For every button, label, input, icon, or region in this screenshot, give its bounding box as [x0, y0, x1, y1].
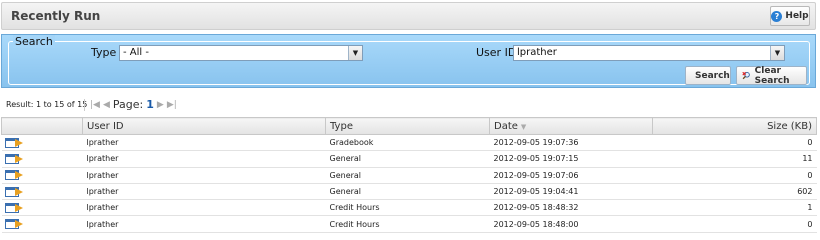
cell-size: 0	[652, 134, 817, 152]
run-report-icon[interactable]	[4, 186, 25, 197]
cell-user-id: lprather	[82, 167, 326, 184]
run-report-icon[interactable]	[4, 153, 25, 164]
cell-date: 2012-09-05 19:07:06	[489, 167, 653, 184]
column-header-action	[1, 117, 83, 135]
table-row: lprather General 2012-09-05 19:07:15 11	[1, 150, 817, 168]
page-title: Recently Run	[11, 9, 101, 23]
cell-date: 2012-09-05 19:04:41	[489, 183, 653, 201]
run-report-icon[interactable]	[4, 202, 25, 213]
user-id-select-value: lprather	[517, 47, 557, 58]
run-report-icon[interactable]	[4, 170, 25, 181]
next-page-icon[interactable]: ▶	[157, 100, 164, 110]
table-row: lprather Credit Hours 2012-09-05 18:48:3…	[1, 199, 817, 217]
run-cell	[1, 183, 83, 201]
cell-type: General	[325, 167, 490, 184]
clear-search-button-label: Clear Search	[754, 65, 790, 86]
help-question-icon: ?	[771, 10, 783, 22]
cell-user-id: lprather	[82, 134, 326, 152]
cell-size: 1	[652, 199, 817, 217]
cell-size: 602	[652, 183, 817, 201]
cell-date: 2012-09-05 18:48:32	[489, 199, 653, 217]
search-button-label: Search	[695, 70, 730, 81]
chevron-down-icon[interactable]: ▼	[348, 46, 362, 60]
cell-user-id: lprather	[82, 215, 326, 233]
table-row: lprather Gradebook 2012-09-05 19:07:36 0	[1, 134, 817, 152]
search-legend: Search	[13, 35, 55, 48]
cell-type: General	[325, 150, 490, 168]
run-cell	[1, 150, 83, 168]
table-row: lprather General 2012-09-05 19:04:41 602	[1, 183, 817, 201]
help-button[interactable]: ? Help	[770, 6, 810, 26]
last-page-icon[interactable]: ▶|	[167, 100, 177, 110]
table-row: lprather Credit Hours 2012-09-05 18:48:0…	[1, 215, 817, 233]
cell-type: General	[325, 183, 490, 201]
cell-type: Gradebook	[325, 134, 490, 152]
clear-search-icon	[742, 71, 750, 80]
table-row: lprather General 2012-09-05 19:07:06 0	[1, 167, 817, 184]
type-select[interactable]: - All - ▼	[119, 45, 363, 61]
cell-size: 0	[652, 215, 817, 233]
cell-date: 2012-09-05 19:07:15	[489, 150, 653, 168]
run-cell	[1, 167, 83, 184]
page-label: Page:	[112, 98, 144, 111]
clear-search-button[interactable]: Clear Search	[736, 65, 807, 86]
run-cell	[1, 215, 83, 233]
page-number[interactable]: 1	[146, 98, 154, 111]
first-page-icon[interactable]: |◀	[90, 100, 100, 110]
search-panel: Search Type - All - ▼ User ID lprather ▼…	[1, 34, 816, 88]
column-header-size[interactable]: Size (KB)	[652, 117, 817, 135]
pager: |◀ ◀ Page: 1 ▶ ▶|	[84, 98, 177, 111]
user-id-select[interactable]: lprather ▼	[513, 45, 785, 61]
cell-user-id: lprather	[82, 183, 326, 201]
cell-user-id: lprather	[82, 150, 326, 168]
column-header-user-id[interactable]: User ID	[82, 117, 326, 135]
cell-size: 0	[652, 167, 817, 184]
cell-date: 2012-09-05 18:48:00	[489, 215, 653, 233]
cell-type: Credit Hours	[325, 199, 490, 217]
user-id-label: User ID	[476, 46, 517, 59]
result-summary: Result: 1 to 15 of 15	[6, 100, 88, 109]
run-cell	[1, 134, 83, 152]
run-report-icon[interactable]	[4, 137, 25, 148]
results-table: User ID Type Date ▼ Size (KB) lprather Gr…	[1, 117, 817, 233]
search-button[interactable]: Search	[685, 66, 731, 85]
sort-descending-icon[interactable]: ▼	[521, 123, 526, 131]
help-button-label: Help	[785, 11, 809, 21]
cell-user-id: lprather	[82, 199, 326, 217]
column-header-date[interactable]: Date ▼	[489, 117, 653, 135]
cell-size: 11	[652, 150, 817, 168]
cell-date: 2012-09-05 19:07:36	[489, 134, 653, 152]
table-header-row: User ID Type Date ▼ Size (KB)	[1, 117, 817, 135]
type-label: Type	[91, 46, 117, 59]
run-report-icon[interactable]	[4, 219, 25, 230]
search-fieldset: Search Type - All - ▼ User ID lprather ▼…	[8, 35, 810, 86]
chevron-down-icon[interactable]: ▼	[770, 46, 784, 60]
type-select-value: - All -	[123, 47, 149, 58]
run-cell	[1, 199, 83, 217]
page-header: Recently Run ? Help	[1, 2, 816, 30]
column-header-type[interactable]: Type	[325, 117, 490, 135]
pager-divider	[84, 98, 85, 111]
cell-type: Credit Hours	[325, 215, 490, 233]
previous-page-icon[interactable]: ◀	[103, 100, 110, 110]
